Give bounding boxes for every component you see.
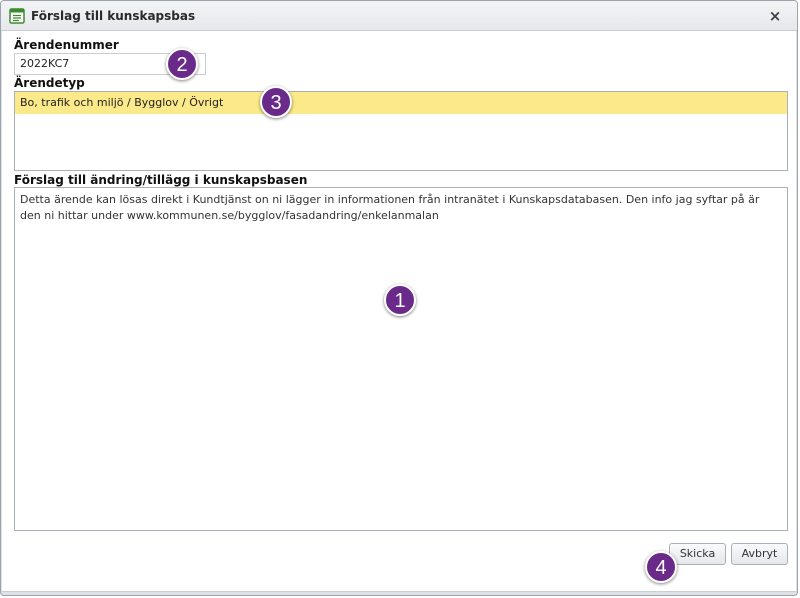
- case-type-item-selected[interactable]: Bo, trafik och miljö / Bygglov / Övrigt: [15, 92, 787, 114]
- dialog-title: Förslag till kunskapsbas: [31, 9, 196, 23]
- dialog-titlebar: Förslag till kunskapsbas ×: [1, 1, 797, 31]
- case-type-label: Ärendetyp: [14, 76, 85, 90]
- case-number-label: Ärendenummer: [14, 38, 119, 52]
- suggestion-textarea[interactable]: Detta ärende kan lösas direkt i Kundtjän…: [14, 187, 788, 531]
- cancel-button[interactable]: Avbryt: [731, 543, 788, 565]
- close-icon[interactable]: ×: [767, 7, 783, 25]
- annotation-badge-3: 3: [260, 86, 292, 118]
- case-type-list[interactable]: Bo, trafik och miljö / Bygglov / Övrigt: [14, 91, 788, 171]
- annotation-badge-2: 2: [166, 48, 198, 80]
- annotation-badge-4: 4: [645, 551, 677, 583]
- suggestion-label: Förslag till ändring/tillägg i kunskapsb…: [14, 173, 308, 187]
- send-button[interactable]: Skicka: [669, 543, 726, 565]
- form-document-icon: [9, 8, 25, 24]
- annotation-badge-1: 1: [384, 284, 416, 316]
